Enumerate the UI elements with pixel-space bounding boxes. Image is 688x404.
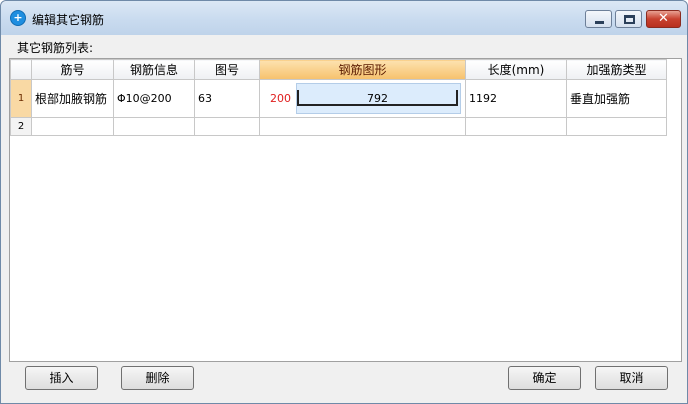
col-header-rebar-shape[interactable]: 钢筋图形 (259, 59, 466, 80)
cancel-button[interactable]: 取消 (595, 366, 668, 390)
app-icon: + (10, 10, 26, 26)
col-header-bar-no[interactable]: 筋号 (31, 59, 114, 80)
shape-main-length[interactable]: 792 (297, 92, 458, 105)
rebar-table: 筋号 钢筋信息 图号 钢筋图形 长度(mm) 加强筋类型 1 根部加腋钢筋 Φ1… (10, 59, 667, 136)
insert-button[interactable]: 插入 (25, 366, 98, 390)
rebar-shape-cell[interactable]: 200 792 (259, 79, 466, 118)
col-header-rebar-info[interactable]: 钢筋信息 (113, 59, 195, 80)
rebar-shape-cell[interactable] (259, 117, 466, 136)
close-icon: ✕ (658, 11, 669, 26)
maximize-button[interactable] (615, 10, 642, 28)
title-bar[interactable]: + 编辑其它钢筋 ✕ (1, 1, 687, 35)
corner-header (10, 59, 32, 80)
length-cell[interactable]: 1192 (465, 79, 567, 118)
shape-hook-length[interactable]: 200 (270, 92, 291, 105)
table-row[interactable]: 1 根部加腋钢筋 Φ10@200 63 200 792 1192 垂直加强筋 (10, 79, 667, 118)
length-cell[interactable] (465, 117, 567, 136)
window-title: 编辑其它钢筋 (32, 13, 105, 27)
rebar-list-label: 其它钢筋列表: (17, 41, 94, 55)
bar-no-cell[interactable] (31, 117, 114, 136)
delete-button[interactable]: 删除 (121, 366, 194, 390)
header-row: 筋号 钢筋信息 图号 钢筋图形 长度(mm) 加强筋类型 (10, 59, 667, 80)
table-row[interactable]: 2 (10, 117, 667, 136)
col-header-reinforce-type[interactable]: 加强筋类型 (566, 59, 667, 80)
figure-no-cell[interactable] (194, 117, 260, 136)
row-number[interactable]: 2 (10, 117, 32, 136)
bar-no-cell[interactable]: 根部加腋钢筋 (31, 79, 114, 118)
col-header-length[interactable]: 长度(mm) (465, 59, 567, 80)
rebar-grid[interactable]: 筋号 钢筋信息 图号 钢筋图形 长度(mm) 加强筋类型 1 根部加腋钢筋 Φ1… (9, 58, 682, 362)
rebar-info-cell[interactable]: Φ10@200 (113, 79, 195, 118)
reinforce-type-cell[interactable]: 垂直加强筋 (566, 79, 667, 118)
close-button[interactable]: ✕ (646, 10, 681, 28)
row-number[interactable]: 1 (10, 79, 32, 118)
ok-button[interactable]: 确定 (508, 366, 581, 390)
rebar-info-cell[interactable] (113, 117, 195, 136)
minimize-icon (595, 21, 604, 24)
maximize-icon (624, 15, 635, 24)
minimize-button[interactable] (585, 10, 612, 28)
col-header-figure-no[interactable]: 图号 (194, 59, 260, 80)
edit-rebar-dialog: + 编辑其它钢筋 ✕ 其它钢筋列表: 筋号 钢筋信息 图号 钢筋图形 长度(mm… (0, 0, 688, 404)
figure-no-cell[interactable]: 63 (194, 79, 260, 118)
reinforce-type-cell[interactable] (566, 117, 667, 136)
